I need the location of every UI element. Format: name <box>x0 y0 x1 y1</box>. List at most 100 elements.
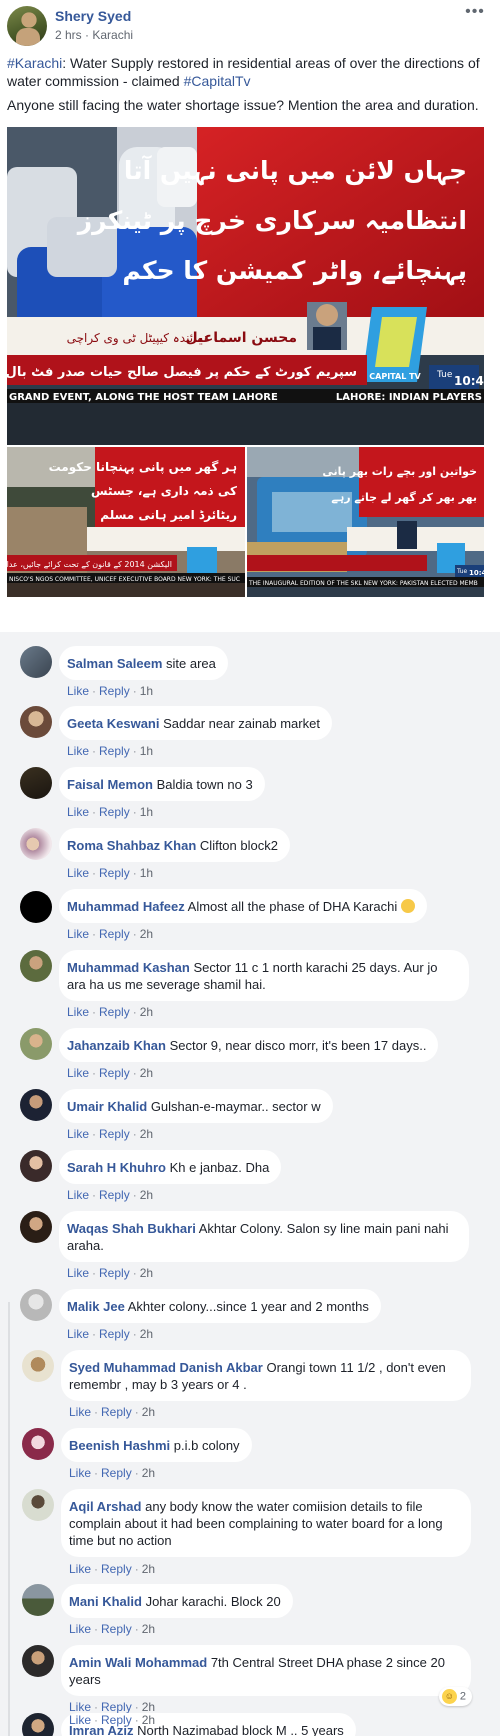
post-image-left[interactable]: ہر گھر میں پانی پہنچانا حکومت کی ذمہ دار… <box>7 447 245 597</box>
comment-time[interactable]: 1h <box>140 805 153 819</box>
post-image-main[interactable]: جہاں لائن میں پانی نہیں آتا انتظامیہ سرک… <box>7 127 484 445</box>
reply-link[interactable]: Reply <box>99 1127 130 1141</box>
like-link[interactable]: Like <box>67 1266 89 1280</box>
reply-link[interactable]: Reply <box>99 684 130 698</box>
like-link[interactable]: Like <box>69 1713 91 1727</box>
post-image-right[interactable]: خواتین اور بچے رات بھر پانی بھر بھر کر گ… <box>247 447 484 597</box>
author-avatar[interactable] <box>7 6 47 46</box>
commenter-name[interactable]: Jahanzaib Khan <box>67 1038 166 1053</box>
commenter-name[interactable]: Syed Muhammad Danish Akbar <box>69 1360 263 1375</box>
commenter-avatar[interactable] <box>22 1489 54 1521</box>
commenter-avatar[interactable] <box>20 891 52 923</box>
reply-link[interactable]: Reply <box>101 1700 132 1714</box>
post-header: Shery Syed 2 hrs · Karachi ••• <box>7 4 487 46</box>
hashtag-capitaltv-link[interactable]: #CapitalTv <box>184 73 251 89</box>
commenter-avatar[interactable] <box>20 767 52 799</box>
commenter-name[interactable]: Salman Saleem <box>67 656 162 671</box>
reply-link[interactable]: Reply <box>99 866 130 880</box>
post-meta[interactable]: 2 hrs · Karachi <box>55 28 133 42</box>
like-link[interactable]: Like <box>67 805 89 819</box>
commenter-name[interactable]: Mani Khalid <box>69 1594 142 1609</box>
reply-link[interactable]: Reply <box>99 1066 130 1080</box>
comment-time[interactable]: 2h <box>140 1188 153 1202</box>
like-link[interactable]: Like <box>69 1466 91 1480</box>
commenter-avatar[interactable] <box>22 1584 54 1616</box>
reply-link[interactable]: Reply <box>101 1562 132 1576</box>
commenter-avatar[interactable] <box>22 1350 54 1382</box>
reply-link[interactable]: Reply <box>101 1622 132 1636</box>
commenter-name[interactable]: Roma Shahbaz Khan <box>67 838 196 853</box>
commenter-avatar[interactable] <box>20 828 52 860</box>
commenter-name[interactable]: Muhammad Hafeez <box>67 899 185 914</box>
commenter-name[interactable]: Muhammad Kashan <box>67 960 190 975</box>
commenter-name[interactable]: Umair Khalid <box>67 1099 147 1114</box>
like-link[interactable]: Like <box>67 1188 89 1202</box>
more-options-icon[interactable]: ••• <box>463 4 487 22</box>
like-link[interactable]: Like <box>67 1327 89 1341</box>
comment-time[interactable]: 1h <box>140 744 153 758</box>
commenter-avatar[interactable] <box>20 1150 52 1182</box>
like-link[interactable]: Like <box>67 927 89 941</box>
reply-link[interactable]: Reply <box>101 1713 132 1727</box>
comment-time[interactable]: 2h <box>140 1005 153 1019</box>
commenter-name[interactable]: Amin Wali Mohammad <box>69 1655 207 1670</box>
reply-link[interactable]: Reply <box>99 927 130 941</box>
hashtag-karachi-link[interactable]: #Karachi <box>7 55 62 71</box>
reply-link[interactable]: Reply <box>99 744 130 758</box>
like-link[interactable]: Like <box>67 1005 89 1019</box>
comment-time[interactable]: 2h <box>142 1622 155 1636</box>
comment-time[interactable]: 2h <box>140 1127 153 1141</box>
comment-time[interactable]: 2h <box>140 927 153 941</box>
reply-link[interactable]: Reply <box>101 1405 132 1419</box>
commenter-avatar[interactable] <box>22 1713 54 1736</box>
commenter-avatar[interactable] <box>22 1645 54 1677</box>
reply-link[interactable]: Reply <box>99 805 130 819</box>
like-link[interactable]: Like <box>69 1622 91 1636</box>
laughing-reaction-icon: ☺ <box>441 1689 457 1704</box>
commenter-avatar[interactable] <box>20 646 52 678</box>
commenter-avatar[interactable] <box>20 1028 52 1060</box>
commenter-name[interactable]: Faisal Memon <box>67 777 153 792</box>
reply-link[interactable]: Reply <box>99 1188 130 1202</box>
comment-time[interactable]: 2h <box>142 1713 155 1727</box>
comment-time[interactable]: 2h <box>142 1405 155 1419</box>
like-link[interactable]: Like <box>69 1700 91 1714</box>
commenter-name[interactable]: Malik Jee <box>67 1299 125 1314</box>
reply-link[interactable]: Reply <box>99 1327 130 1341</box>
like-link[interactable]: Like <box>69 1562 91 1576</box>
commenter-name[interactable]: Aqil Arshad <box>69 1499 141 1514</box>
like-link[interactable]: Like <box>69 1405 91 1419</box>
like-link[interactable]: Like <box>67 1127 89 1141</box>
commenter-avatar[interactable] <box>22 1428 54 1460</box>
comment-bubble: Muhammad Hafeez Almost all the phase of … <box>59 889 427 923</box>
comment-time[interactable]: 2h <box>142 1466 155 1480</box>
comment-time[interactable]: 2h <box>140 1066 153 1080</box>
like-link[interactable]: Like <box>67 684 89 698</box>
comment-time[interactable]: 2h <box>142 1700 155 1714</box>
author-name[interactable]: Shery Syed <box>55 8 131 24</box>
separator: · <box>132 805 137 819</box>
comment-time[interactable]: 1h <box>140 866 153 880</box>
separator: · <box>94 1405 99 1419</box>
like-link[interactable]: Like <box>67 866 89 880</box>
comment-text: Saddar near zainab market <box>163 716 320 731</box>
reply-link[interactable]: Reply <box>99 1266 130 1280</box>
commenter-avatar[interactable] <box>20 1211 52 1243</box>
reaction-count[interactable]: ☺ 2 <box>438 1687 472 1706</box>
reply-link[interactable]: Reply <box>99 1005 130 1019</box>
reply-link[interactable]: Reply <box>101 1466 132 1480</box>
commenter-name[interactable]: Sarah H Khuhro <box>67 1160 166 1175</box>
comment-time[interactable]: 1h <box>140 684 153 698</box>
commenter-name[interactable]: Waqas Shah Bukhari <box>67 1221 196 1236</box>
like-link[interactable]: Like <box>67 744 89 758</box>
like-link[interactable]: Like <box>67 1066 89 1080</box>
commenter-avatar[interactable] <box>20 706 52 738</box>
comment-time[interactable]: 2h <box>142 1562 155 1576</box>
commenter-avatar[interactable] <box>20 950 52 982</box>
commenter-avatar[interactable] <box>20 1289 52 1321</box>
commenter-name[interactable]: Geeta Keswani <box>67 716 160 731</box>
comment-time[interactable]: 2h <box>140 1327 153 1341</box>
comment-time[interactable]: 2h <box>140 1266 153 1280</box>
commenter-avatar[interactable] <box>20 1089 52 1121</box>
commenter-name[interactable]: Beenish Hashmi <box>69 1438 170 1453</box>
